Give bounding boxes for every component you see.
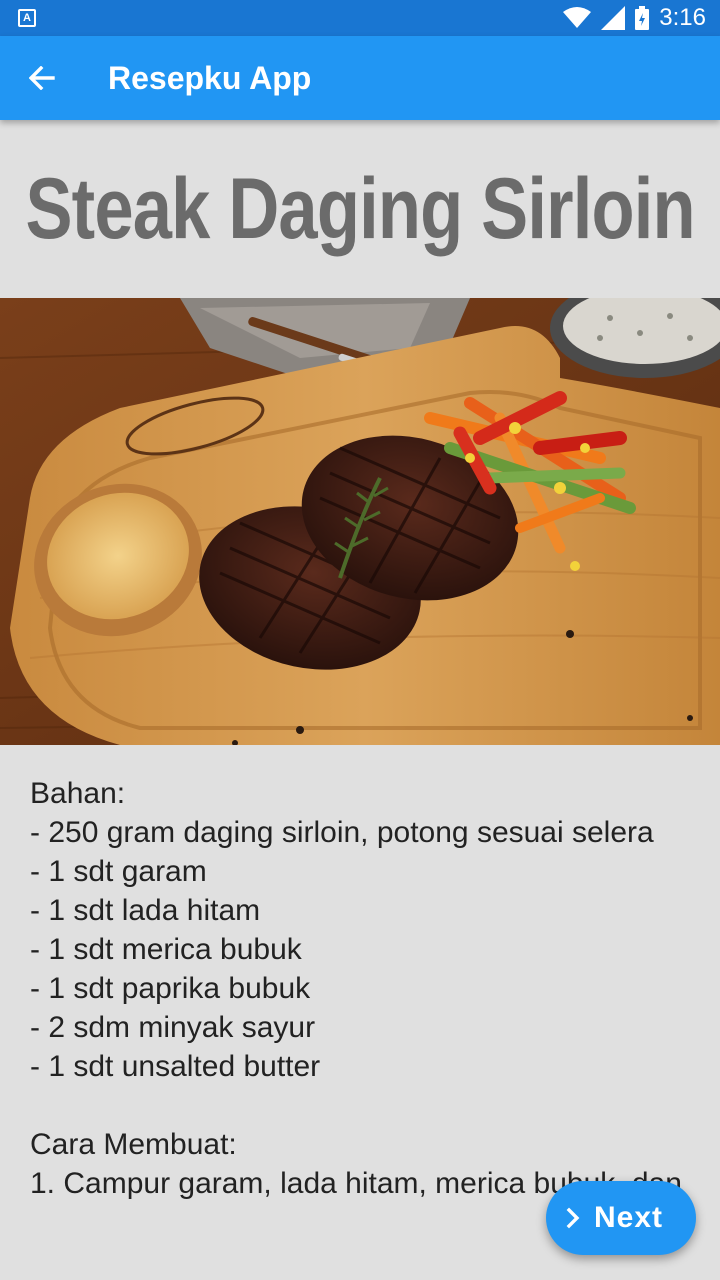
steps-heading: Cara Membuat: (30, 1128, 237, 1161)
recipe-body: Bahan: - 250 gram daging sirloin, potong… (30, 774, 690, 1203)
ingredient-item: - 1 sdt garam (30, 855, 207, 888)
ingredient-item: - 250 gram daging sirloin, potong sesuai… (30, 816, 654, 849)
recipe-title: Steak Daging Sirloin (25, 160, 695, 257)
ingredients-heading: Bahan: (30, 777, 126, 810)
chevron-right-icon (566, 1207, 580, 1229)
ingredient-item: - 2 sdm minyak sayur (30, 1011, 316, 1044)
recipe-detail-screen: A 3:16 Resepku App Steak Daging Sirloin … (0, 0, 720, 1280)
ingredient-item: - 1 sdt unsalted butter (30, 1050, 321, 1083)
battery-icon (635, 6, 650, 30)
next-button-label: Next (594, 1201, 664, 1234)
notification-icon: A (18, 9, 36, 27)
next-button[interactable]: Next (546, 1181, 696, 1255)
signal-icon (601, 6, 626, 30)
ingredient-item: - 1 sdt merica bubuk (30, 933, 302, 966)
status-time: 3:16 (659, 4, 706, 31)
ingredient-item: - 1 sdt lada hitam (30, 894, 261, 927)
arrow-back-icon (29, 66, 55, 90)
back-button[interactable] (0, 36, 84, 120)
recipe-title-area: Steak Daging Sirloin (0, 120, 720, 298)
ingredient-item: - 1 sdt paprika bubuk (30, 972, 311, 1005)
app-bar: Resepku App (0, 36, 720, 120)
status-bar: A 3:16 (0, 0, 720, 36)
steak-photo-image (0, 298, 720, 745)
recipe-photo (0, 298, 720, 745)
app-title: Resepku App (108, 59, 312, 96)
wifi-icon (563, 7, 592, 28)
